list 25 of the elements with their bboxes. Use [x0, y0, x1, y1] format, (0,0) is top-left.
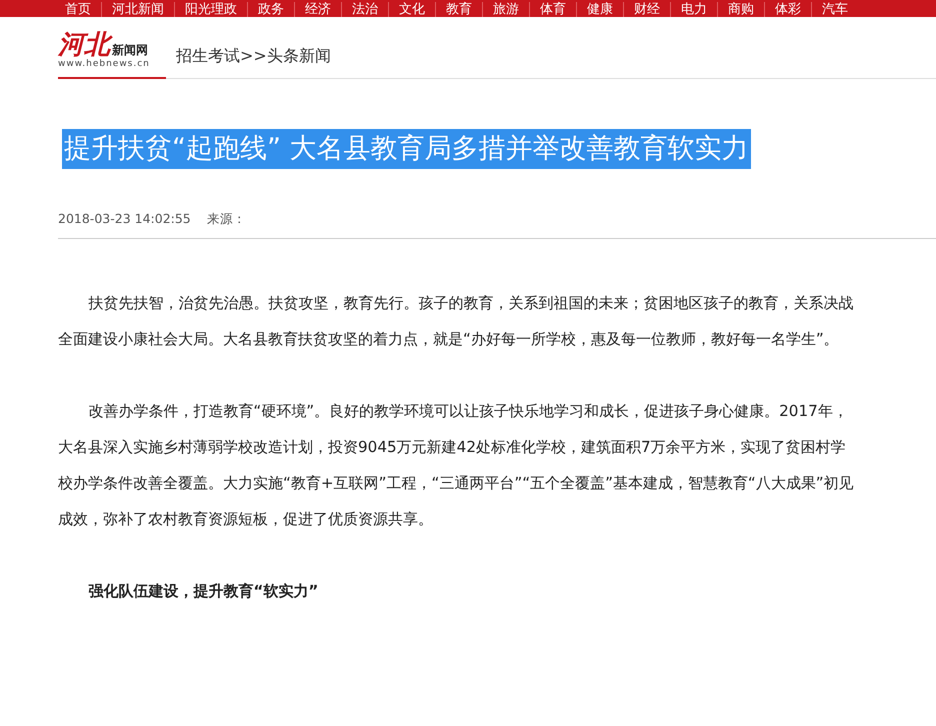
source-label: 来源：: [206, 211, 246, 228]
nav-link[interactable]: 商购: [717, 2, 764, 17]
nav-link[interactable]: 电力: [670, 2, 717, 17]
nav-link[interactable]: 河北新闻: [101, 2, 174, 17]
publish-date: 2018-03-23 14:02:55: [58, 211, 191, 228]
article-title: 提升扶贫“起跑线” 大名县教育局多措并举改善教育软实力: [62, 129, 751, 169]
nav-link[interactable]: 政务: [247, 2, 294, 17]
logo-url: www.hebnews.cn: [58, 59, 150, 69]
paragraph: 改善办学条件，打造教育“硬环境”。良好的教学环境可以让孩子快乐地学习和成长，促进孩子身心健康。2017年，大名县深入实施乡村薄弱学校改造计划，投资9045万元新建42处标准化学校，建筑面积7万余平方米，实现了贫困村学校办学条件改善全覆盖。大力实施“教育+互联网”工程，“三通两平台”“五个全覆盖”基本建成，智慧教育“八大成果”初见成效，弥补了农村教育资源短板，促进了优质资源共享。: [58, 401, 855, 530]
nav-link[interactable]: 首页: [55, 2, 101, 17]
nav-link[interactable]: 体育: [529, 2, 576, 17]
nav-link[interactable]: 文化: [388, 2, 435, 17]
nav-link[interactable]: 体彩: [764, 2, 811, 17]
nav-link[interactable]: 汽车: [811, 2, 858, 17]
nav-link[interactable]: 法治: [341, 2, 388, 17]
nav-link[interactable]: 教育: [435, 2, 482, 17]
logo-name: 新闻网: [112, 43, 148, 59]
section-heading: 强化队伍建设，提升教育“软实力”: [87, 581, 320, 602]
nav-link[interactable]: 阳光理政: [174, 2, 247, 17]
nav-link[interactable]: 经济: [294, 2, 341, 17]
nav-link[interactable]: 健康: [576, 2, 623, 17]
nav-link[interactable]: 旅游: [482, 2, 529, 17]
paragraph: 扶贫先扶智，治贫先治愚。扶贫攻坚，教育先行。孩子的教育，关系到祖国的未来；贫困地区孩子的教育，关系决战全面建设小康社会大局。大名县教育扶贫攻坚的着力点，就是“办好每一所学校，惠及每一位教师，教好每一名学生”。: [58, 293, 854, 350]
breadcrumb: 招生考试>>头条新闻: [176, 46, 331, 67]
nav-link[interactable]: 财经: [623, 2, 670, 17]
